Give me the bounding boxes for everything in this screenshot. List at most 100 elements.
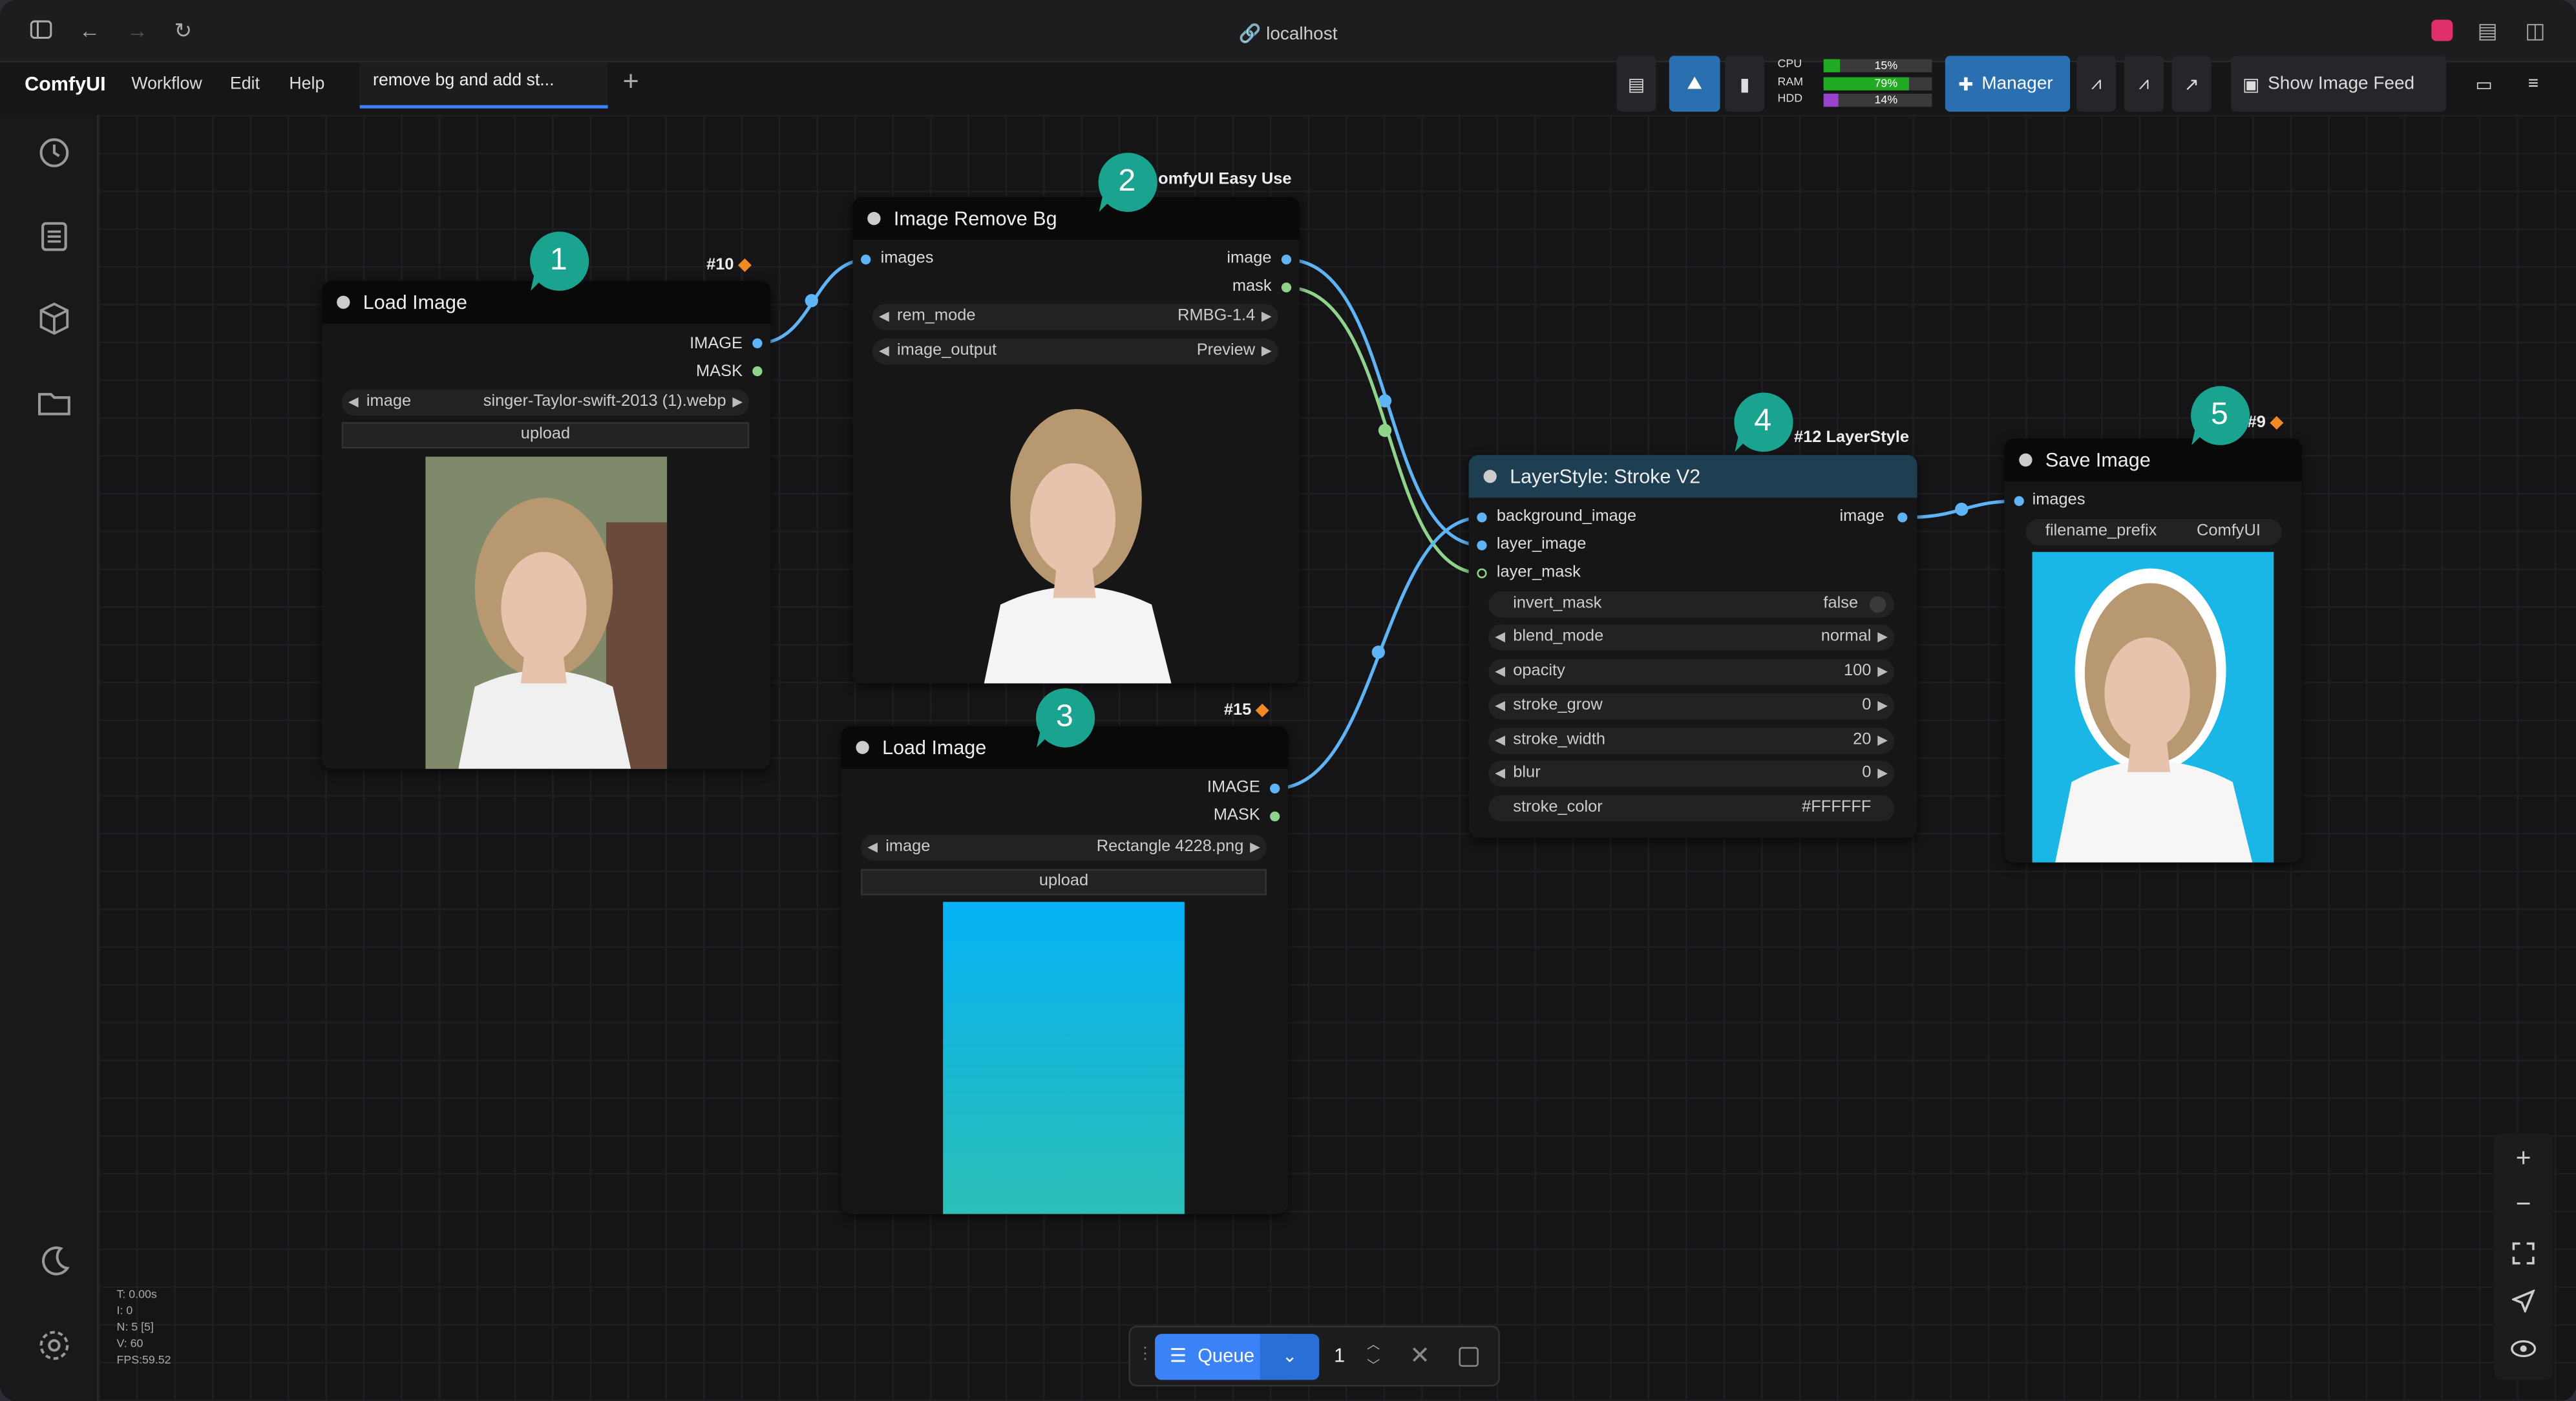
arrow-right-icon[interactable]: ▶ [1877,728,1888,754]
widget-blur[interactable]: ◀ blur 0 ▶ [1488,760,1895,787]
node-title: Image Remove Bg [893,207,1057,230]
widget-label: blur [1513,764,1541,783]
arrow-right-icon[interactable]: ▶ [1262,304,1272,330]
node-image-remove-bg[interactable]: Image Remove Bg images image mask ◀ rem_m… [852,197,1300,684]
input-images-label: images [880,249,934,268]
arrow-left-icon[interactable]: ◀ [879,304,889,330]
node-load-image-2[interactable]: Load Image IMAGE MASK ◀ image Rectangle 42… [841,726,1289,1214]
input-images-slot[interactable] [2014,496,2024,506]
pointer-mode-icon[interactable] [2509,1286,2539,1316]
node-id-text: #15 [1223,701,1252,720]
zoom-out-icon[interactable]: − [2509,1191,2539,1221]
widget-image-output[interactable]: ◀ image_output Preview ▶ [872,338,1278,365]
stat-time: T: 0.00s [116,1289,157,1301]
arrow-right-icon[interactable]: ▶ [1877,624,1888,651]
input-layer-image-label: layer_image [1496,535,1587,554]
output-image-slot[interactable] [752,338,763,348]
node-load-image-1[interactable]: Load Image IMAGE MASK ◀ image singer-Taylo… [322,280,771,769]
link-midpoint [1371,646,1385,659]
toggle-knob-icon[interactable] [1869,596,1886,613]
chevron-down-icon: ⌄ [1282,1347,1298,1367]
widget-label: stroke_color [1513,798,1603,817]
step-badge-4: 4 [1731,391,1794,454]
input-layer-mask-slot[interactable] [1477,568,1487,578]
arrow-right-icon[interactable]: ▶ [1877,693,1888,720]
output-mask-label: MASK [695,363,743,381]
output-image-label: image [1227,249,1272,268]
arrow-left-icon[interactable]: ◀ [879,339,889,365]
collapse-dot[interactable] [2019,453,2032,467]
collapse-dot[interactable] [1483,470,1497,483]
canvas-stats: T: 0.00s I: 0 N: 5 [5] V: 60 FPS:59.52 [116,1288,171,1370]
arrow-right-icon[interactable]: ▶ [1877,761,1888,787]
output-mask-slot[interactable] [752,366,763,377]
queue-label: Queue [1198,1347,1254,1367]
collapse-dot[interactable] [337,295,350,309]
widget-label: filename_prefix [2045,522,2157,541]
widget-image-select[interactable]: ◀ image singer-Taylor-swift-2013 (1).webp ▶ [341,389,750,416]
batch-count-input[interactable]: 1 [1334,1343,1345,1367]
arrow-left-icon[interactable]: ◀ [867,834,878,861]
fit-view-icon[interactable] [2509,1239,2539,1269]
arrow-left-icon[interactable]: ◀ [1495,761,1505,787]
drag-handle-icon[interactable]: ⋮ [1137,1345,1153,1364]
widget-blend-mode[interactable]: ◀ blend_mode normal ▶ [1488,624,1895,651]
output-image-slot[interactable] [1897,512,1908,523]
visibility-eye-icon[interactable] [2509,1334,2539,1364]
widget-opacity[interactable]: ◀ opacity 100 ▶ [1488,658,1895,686]
widget-filename-prefix[interactable]: filename_prefix ComfyUI [2025,519,2282,545]
output-mask-slot[interactable] [1281,282,1292,293]
input-images-slot[interactable] [861,255,871,265]
comfyui-window: ← → ↻ 🔗 localhost ▤ ◫ ComfyUI Workflow E… [0,0,2576,1401]
widget-stroke-grow[interactable]: ◀ stroke_grow 0 ▶ [1488,693,1895,720]
widget-label: image [885,837,931,856]
widget-stroke-width[interactable]: ◀ stroke_width 20 ▶ [1488,728,1895,754]
upload-button[interactable]: upload [861,869,1267,896]
node-id-tag: #9 ◆ [2248,414,2283,432]
node-title: Load Image [363,290,467,314]
stat-fps: FPS:59.52 [116,1355,171,1367]
widget-image-select[interactable]: ◀ image Rectangle 4228.png ▶ [861,834,1267,861]
arrow-left-icon[interactable]: ◀ [348,389,359,416]
stop-icon[interactable] [1459,1347,1479,1367]
arrow-left-icon[interactable]: ◀ [1495,658,1505,685]
batch-stepper[interactable]: ︿ ﹀ [1367,1334,1380,1376]
stat-v: V: 60 [116,1338,143,1351]
node-layerstyle-stroke[interactable]: LayerStyle: Stroke V2 background_image i… [1468,455,1917,838]
arrow-right-icon[interactable]: ▶ [1877,658,1888,685]
input-layer-image-slot[interactable] [1477,540,1487,551]
badge-number: 1 [549,243,567,278]
canvas-controls: + − [2493,1133,2553,1380]
output-mask-label: mask [1232,277,1272,296]
node-header[interactable]: LayerStyle: Stroke V2 [1468,455,1917,498]
arrow-right-icon[interactable]: ▶ [732,389,743,416]
input-layer-mask-label: layer_mask [1496,563,1581,582]
output-image-slot[interactable] [1281,255,1292,265]
arrow-left-icon[interactable]: ◀ [1495,693,1505,720]
badge-number: 4 [1754,404,1772,439]
input-background-slot[interactable] [1477,512,1487,523]
node-header[interactable]: Image Remove Bg [852,197,1300,240]
arrow-left-icon[interactable]: ◀ [1495,624,1505,651]
collapse-dot[interactable] [856,741,869,754]
queue-bar: ⋮ ☰ Queue ⌄ 1 ︿ ﹀ ✕ [1128,1325,1500,1387]
widget-invert-mask[interactable]: invert_mask false [1488,591,1895,618]
queue-dropdown-button[interactable]: ⌄ [1260,1334,1320,1380]
output-image-slot[interactable] [1270,783,1280,794]
node-header[interactable]: Save Image [2004,438,2302,481]
step-badge-3: 3 [1033,687,1096,750]
cancel-icon[interactable]: ✕ [1409,1340,1430,1370]
chevron-up-icon[interactable]: ︿ [1367,1334,1380,1355]
chevron-down-icon[interactable]: ﹀ [1367,1355,1380,1376]
arrow-right-icon[interactable]: ▶ [1250,834,1260,861]
arrow-right-icon[interactable]: ▶ [1262,339,1272,365]
zoom-in-icon[interactable]: + [2509,1145,2539,1175]
widget-rem-mode[interactable]: ◀ rem_mode RMBG-1.4 ▶ [872,304,1278,330]
preview-image [955,375,1198,684]
collapse-dot[interactable] [867,211,881,226]
node-save-image[interactable]: Save Image images filename_prefix ComfyUI [2004,438,2302,863]
arrow-left-icon[interactable]: ◀ [1495,728,1505,754]
output-mask-slot[interactable] [1270,811,1280,822]
upload-button[interactable]: upload [341,422,750,448]
widget-stroke-color[interactable]: stroke_color #FFFFFF [1488,795,1895,822]
